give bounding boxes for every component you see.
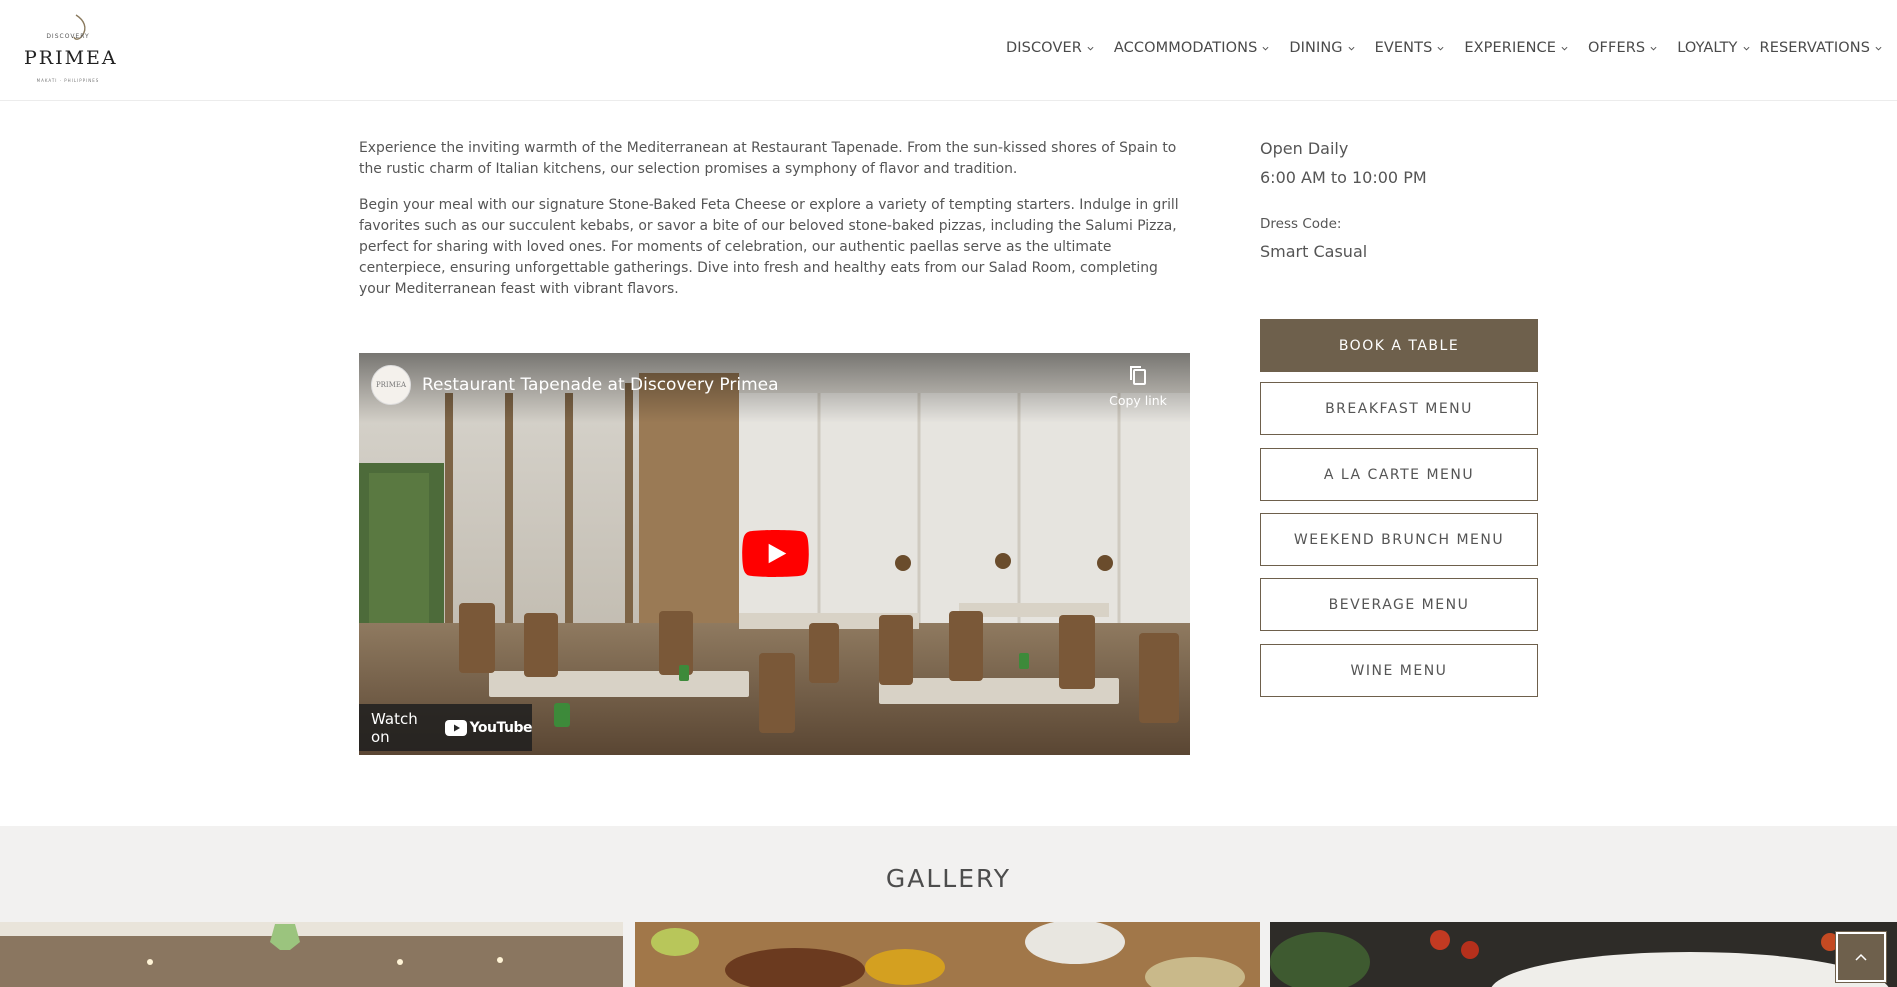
- dress-code-label: Dress Code:: [1260, 216, 1342, 232]
- description-paragraph-1: Experience the inviting warmth of the Me…: [359, 140, 1177, 177]
- chevron-down-icon: [1087, 46, 1094, 51]
- nav-label: RESERVATIONS: [1759, 40, 1870, 56]
- gallery-title: GALLERY: [885, 864, 1012, 893]
- chevron-down-icon: [1437, 46, 1444, 51]
- a-la-carte-menu-button[interactable]: A LA CARTE MENU: [1260, 448, 1538, 501]
- youtube-logo: YouTube: [444, 719, 533, 736]
- dress-code-value: Smart Casual: [1260, 242, 1368, 261]
- chevron-down-icon: [1262, 46, 1269, 51]
- nav-item-reservations[interactable]: RESERVATIONS: [1760, 40, 1882, 56]
- gallery-image-2-art: [635, 922, 1260, 987]
- nav-item-offers[interactable]: OFFERS: [1588, 40, 1657, 56]
- gallery-image-2[interactable]: [635, 922, 1260, 987]
- watch-on-label: Watch on: [371, 709, 418, 746]
- nav-label: EXPERIENCE: [1464, 40, 1557, 56]
- weekend-brunch-menu-button[interactable]: WEEKEND BRUNCH MENU: [1260, 513, 1538, 566]
- nav-item-loyalty[interactable]: LOYALTY: [1677, 40, 1750, 56]
- channel-avatar-text: PRIMEA: [375, 381, 407, 389]
- chevron-down-icon: [1875, 46, 1882, 51]
- copy-link-label: Copy link: [1109, 393, 1167, 408]
- youtube-video-embed[interactable]: PRIMEA Restaurant Tapenade at Discovery …: [359, 353, 1190, 755]
- play-icon[interactable]: [741, 530, 810, 577]
- nav-label: DINING: [1289, 40, 1343, 56]
- nav-item-discover[interactable]: DISCOVER: [1006, 40, 1094, 56]
- book-a-table-button[interactable]: BOOK A TABLE: [1260, 319, 1538, 372]
- primea-logo[interactable]: DISCOVERY PRIMEA MAKATI · PHILIPPINES: [24, 14, 118, 86]
- back-to-top-button[interactable]: [1835, 931, 1887, 983]
- description-paragraph-2: Begin your meal with our signature Stone…: [359, 197, 1179, 297]
- nav-label: EVENTS: [1374, 40, 1433, 56]
- copy-icon: [1130, 366, 1146, 385]
- nav-item-events[interactable]: EVENTS: [1375, 40, 1445, 56]
- gallery-section: GALLERY: [0, 826, 1897, 987]
- main-nav: DISCOVER ACCOMMODATIONS DINING EVENTS EX…: [986, 40, 1882, 56]
- gallery-image-3-art: [1270, 922, 1897, 987]
- copy-link-button[interactable]: Copy link: [1108, 365, 1168, 408]
- logo-brand-name: PRIMEA: [24, 47, 118, 69]
- gallery-image-3[interactable]: [1270, 922, 1897, 987]
- beverage-menu-button[interactable]: BEVERAGE MENU: [1260, 578, 1538, 631]
- chevron-down-icon: [1561, 46, 1568, 51]
- chevron-down-icon: [1650, 46, 1657, 51]
- nav-label: ACCOMMODATIONS: [1113, 40, 1258, 56]
- chevron-down-icon: [1743, 46, 1750, 51]
- watch-on-youtube-button[interactable]: Watch on YouTube: [359, 704, 533, 751]
- back-to-top-icon: [1855, 953, 1867, 961]
- breakfast-menu-button[interactable]: BREAKFAST MENU: [1260, 382, 1538, 435]
- video-title[interactable]: Restaurant Tapenade at Discovery Primea: [422, 375, 779, 395]
- nav-label: DISCOVER: [1006, 40, 1082, 56]
- gallery-image-1[interactable]: [0, 922, 623, 987]
- opening-hours: 6:00 AM to 10:00 PM: [1260, 168, 1427, 187]
- channel-avatar[interactable]: PRIMEA: [371, 365, 411, 405]
- wine-menu-button[interactable]: WINE MENU: [1260, 644, 1538, 697]
- nav-label: LOYALTY: [1677, 40, 1738, 56]
- site-header: DISCOVERY PRIMEA MAKATI · PHILIPPINES DI…: [0, 0, 1897, 101]
- chevron-down-icon: [1348, 46, 1355, 51]
- nav-item-accommodations[interactable]: ACCOMMODATIONS: [1114, 40, 1269, 56]
- youtube-wordmark: YouTube: [469, 719, 533, 736]
- youtube-logo-icon: [444, 719, 467, 736]
- logo-top-word: DISCOVERY: [46, 33, 90, 40]
- nav-item-dining[interactable]: DINING: [1289, 40, 1355, 56]
- logo-tagline: MAKATI · PHILIPPINES: [36, 78, 100, 83]
- nav-label: OFFERS: [1588, 40, 1646, 56]
- gallery-image-1-art: [0, 922, 623, 987]
- restaurant-description: Experience the inviting warmth of the Me…: [359, 138, 1189, 315]
- open-daily-label: Open Daily: [1260, 139, 1349, 158]
- nav-item-experience[interactable]: EXPERIENCE: [1464, 40, 1568, 56]
- dining-info: Open Daily 6:00 AM to 10:00 PM Dress Cod…: [1260, 139, 1538, 261]
